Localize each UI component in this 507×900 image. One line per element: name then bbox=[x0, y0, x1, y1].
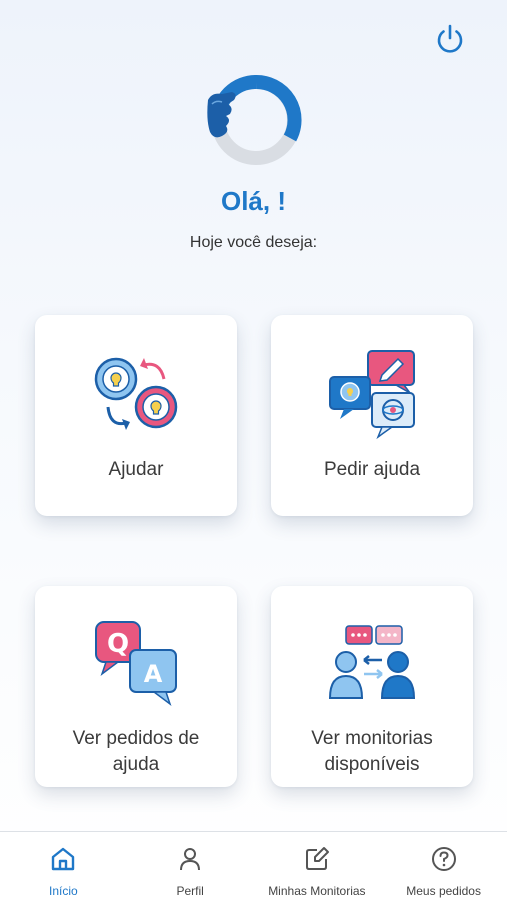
nav-item-inicio[interactable]: Início bbox=[0, 832, 127, 900]
view-tutoring-card-label: Ver monitorias disponíveis bbox=[311, 728, 433, 775]
ask-help-card-label: Pedir ajuda bbox=[323, 459, 421, 480]
qa-bubbles-icon: Q A bbox=[88, 616, 184, 712]
view-requests-card[interactable]: Q A Ver pedidos de ajuda bbox=[35, 586, 237, 787]
view-tutoring-card[interactable]: Ver monitorias disponíveis bbox=[271, 586, 473, 787]
nav-label-inicio: Início bbox=[49, 884, 78, 898]
help-circle-icon bbox=[429, 844, 459, 874]
nav-label-perfil: Perfil bbox=[176, 884, 204, 898]
help-card-label: Ajudar bbox=[108, 459, 164, 480]
svg-text:Q: Q bbox=[107, 629, 129, 659]
nav-item-perfil[interactable]: Perfil bbox=[127, 832, 254, 900]
chat-bubbles-icon bbox=[324, 345, 420, 441]
nav-label-minhas-monitorias: Minhas Monitorias bbox=[268, 884, 366, 898]
nav-label-meus-pedidos: Meus pedidos bbox=[406, 884, 481, 898]
logout-button[interactable] bbox=[433, 22, 467, 56]
home-icon bbox=[48, 844, 78, 874]
bottom-navigation: Início Perfil Minhas Monitorias Meus ped… bbox=[0, 831, 507, 900]
power-icon bbox=[437, 24, 463, 53]
nav-item-meus-pedidos[interactable]: Meus pedidos bbox=[380, 832, 507, 900]
app-logo bbox=[198, 70, 306, 170]
greeting-title: Olá, ! bbox=[220, 186, 286, 216]
view-requests-card-label: Ver pedidos de ajuda bbox=[72, 728, 200, 775]
ask-help-card[interactable]: Pedir ajuda bbox=[271, 315, 473, 516]
lightbulb-exchange-icon bbox=[88, 345, 184, 441]
user-icon bbox=[175, 844, 205, 874]
greeting-subtitle: Hoje você deseja: bbox=[189, 234, 318, 251]
svg-text:A: A bbox=[144, 660, 163, 688]
edit-icon bbox=[302, 844, 332, 874]
nav-item-minhas-monitorias[interactable]: Minhas Monitorias bbox=[254, 832, 381, 900]
help-card[interactable]: Ajudar bbox=[35, 315, 237, 516]
people-exchange-icon bbox=[324, 616, 420, 712]
